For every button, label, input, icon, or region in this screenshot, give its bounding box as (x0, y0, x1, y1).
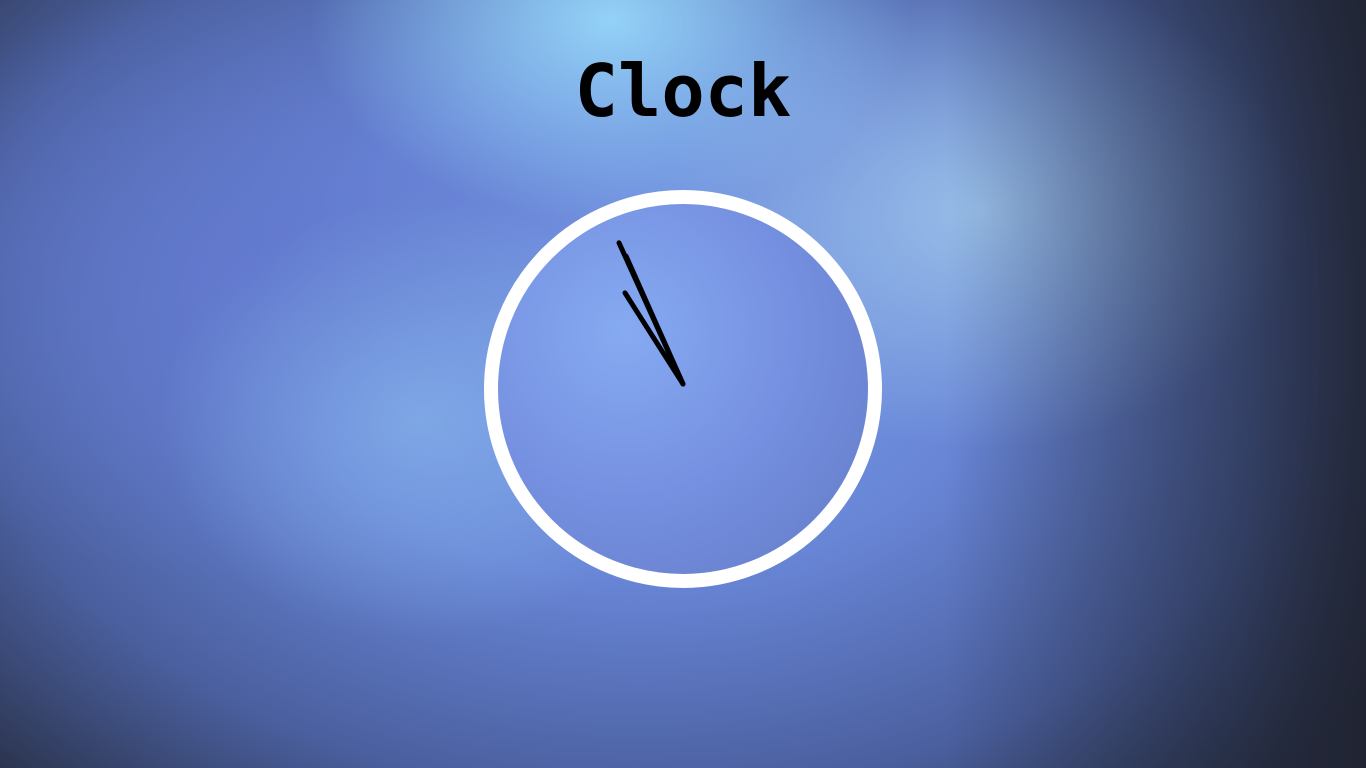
page-title: Clock (574, 49, 792, 133)
analog-clock (484, 190, 882, 588)
clock-face (484, 190, 882, 588)
